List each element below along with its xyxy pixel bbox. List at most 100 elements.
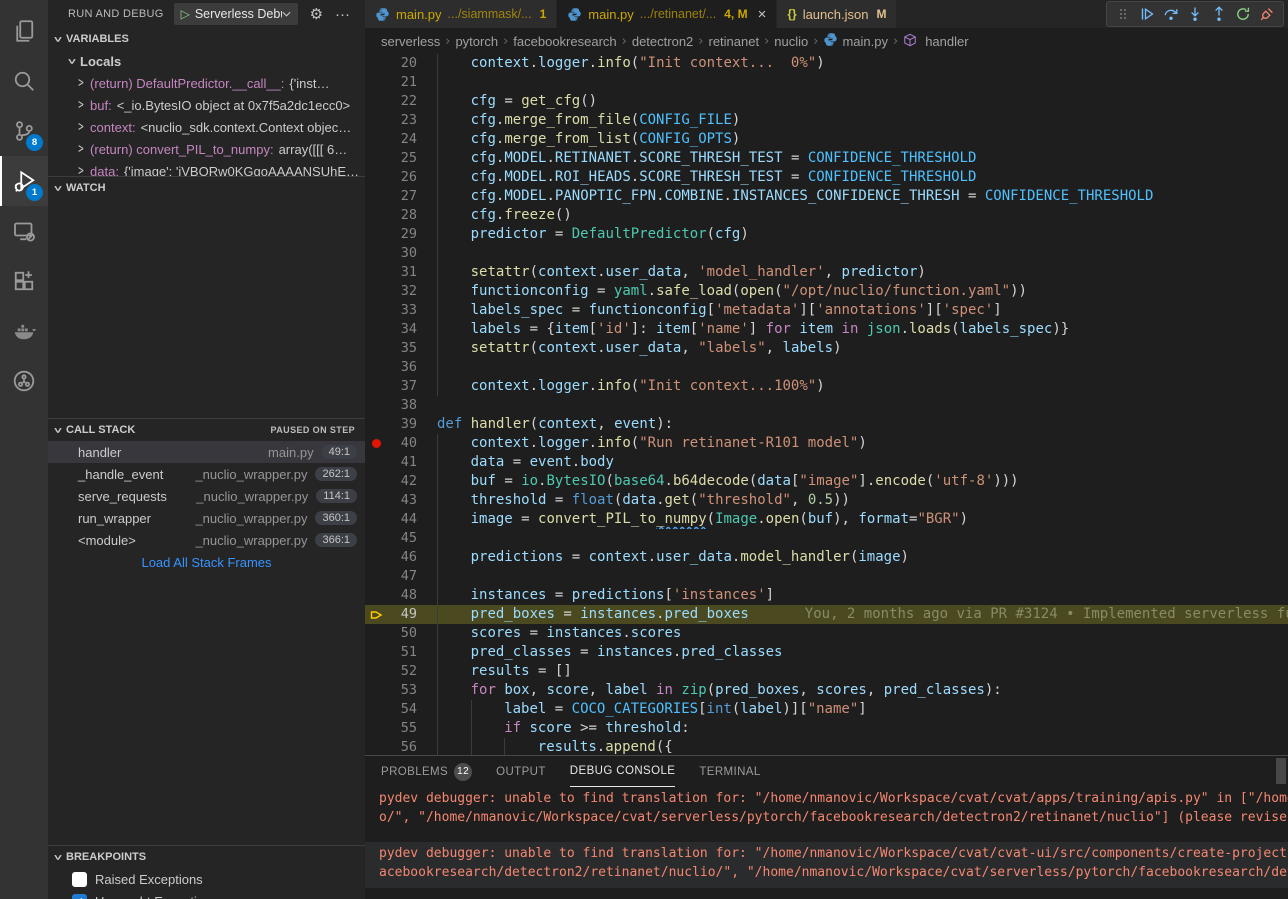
code-line[interactable]: 35setattr(context.user_data, "labels", l…: [365, 339, 1288, 358]
variable-row[interactable]: >data:{'image': 'iVBORw0KGgoAAAANSUhE…: [48, 160, 365, 176]
stack-frame-row[interactable]: handlermain.py49:1: [48, 441, 365, 463]
gutter-breakpoint-area[interactable]: [365, 624, 387, 643]
breakpoint-row[interactable]: Raised Exceptions: [48, 868, 365, 890]
gutter-breakpoint-area[interactable]: [365, 396, 387, 415]
gutter-breakpoint-area[interactable]: [365, 643, 387, 662]
gutter-breakpoint-area[interactable]: [365, 548, 387, 567]
code-line[interactable]: 43threshold = float(data.get("threshold"…: [365, 491, 1288, 510]
checkbox[interactable]: [72, 872, 87, 887]
gutter-breakpoint-area[interactable]: [365, 700, 387, 719]
variable-row[interactable]: >buf:<_io.BytesIO object at 0x7f5a2dc1ec…: [48, 94, 365, 116]
activity-search[interactable]: [0, 56, 48, 106]
breadcrumb-item-retinanet[interactable]: retinanet: [708, 34, 759, 49]
step-over-button[interactable]: [1159, 2, 1183, 26]
panel-tab-problems[interactable]: PROBLEMS12: [381, 756, 472, 787]
gutter-breakpoint-area[interactable]: [365, 244, 387, 263]
load-all-stack-frames-link[interactable]: Load All Stack Frames: [48, 555, 365, 570]
code-line[interactable]: 39def handler(context, event):: [365, 415, 1288, 434]
code-line[interactable]: 52results = []: [365, 662, 1288, 681]
code-line[interactable]: 34labels = {item['id']: item['name'] for…: [365, 320, 1288, 339]
gutter-breakpoint-area[interactable]: [365, 54, 387, 73]
activity-remote-explorer[interactable]: [0, 206, 48, 256]
gutter-breakpoint-area[interactable]: [365, 168, 387, 187]
breadcrumb-item-facebookresearch[interactable]: facebookresearch: [513, 34, 616, 49]
gutter-breakpoint-area[interactable]: [365, 358, 387, 377]
code-line[interactable]: 50scores = instances.scores: [365, 624, 1288, 643]
variable-row[interactable]: >(return) convert_PIL_to_numpy:array([[[…: [48, 138, 365, 160]
tab-main-py-1[interactable]: main.py.../retinanet/...4, M×: [557, 0, 777, 28]
gutter-breakpoint-area[interactable]: [365, 206, 387, 225]
breadcrumb-item-mainpy[interactable]: main.py: [823, 32, 888, 50]
toolbar-drag-handle[interactable]: [1111, 2, 1135, 26]
code-line[interactable]: 54label = COCO_CATEGORIES[int(label)]["n…: [365, 700, 1288, 719]
gutter-breakpoint-area[interactable]: [365, 301, 387, 320]
stack-frame-row[interactable]: run_wrapper_nuclio_wrapper.py360:1: [48, 507, 365, 529]
code-line[interactable]: 45: [365, 529, 1288, 548]
code-line[interactable]: 27cfg.MODEL.PANOPTIC_FPN.COMBINE.INSTANC…: [365, 187, 1288, 206]
code-line[interactable]: 25cfg.MODEL.RETINANET.SCORE_THRESH_TEST …: [365, 149, 1288, 168]
activity-source-control[interactable]: 8: [0, 106, 48, 156]
gutter-breakpoint-area[interactable]: [365, 491, 387, 510]
code-line[interactable]: 24cfg.merge_from_list(CONFIG_OPTS): [365, 130, 1288, 149]
panel-tab-output[interactable]: OUTPUT: [496, 756, 546, 787]
stack-frame-row[interactable]: serve_requests_nuclio_wrapper.py114:1: [48, 485, 365, 507]
gutter-breakpoint-area[interactable]: [365, 339, 387, 358]
gutter-breakpoint-area[interactable]: [365, 92, 387, 111]
gear-icon[interactable]: ⚙: [310, 7, 323, 22]
code-line[interactable]: 38: [365, 396, 1288, 415]
gutter-breakpoint-area[interactable]: [365, 111, 387, 130]
stack-frame-row[interactable]: _handle_event_nuclio_wrapper.py262:1: [48, 463, 365, 485]
code-line[interactable]: 44image = convert_PIL_to_numpy(Image.ope…: [365, 510, 1288, 529]
restart-button[interactable]: [1231, 2, 1255, 26]
code-line[interactable]: 21: [365, 73, 1288, 92]
variable-row[interactable]: >(return) DefaultPredictor.__call__:{'in…: [48, 72, 365, 94]
gutter-breakpoint-area[interactable]: [365, 434, 387, 453]
gutter-breakpoint-area[interactable]: [365, 225, 387, 244]
activity-docker[interactable]: [0, 306, 48, 356]
more-actions-icon[interactable]: ···: [335, 7, 350, 22]
gutter-breakpoint-area[interactable]: [365, 567, 387, 586]
step-into-button[interactable]: [1183, 2, 1207, 26]
code-line[interactable]: 55if score >= threshold:: [365, 719, 1288, 738]
code-line[interactable]: 41data = event.body: [365, 453, 1288, 472]
gutter-breakpoint-area[interactable]: [365, 681, 387, 700]
disconnect-button[interactable]: [1255, 2, 1279, 26]
code-line[interactable]: 30: [365, 244, 1288, 263]
code-line[interactable]: 49pred_boxes = instances.pred_boxesYou, …: [365, 605, 1288, 624]
activity-run-debug[interactable]: 1: [0, 156, 48, 206]
gutter-breakpoint-area[interactable]: [365, 738, 387, 755]
gutter-breakpoint-area[interactable]: [365, 263, 387, 282]
code-line[interactable]: 26cfg.MODEL.ROI_HEADS.SCORE_THRESH_TEST …: [365, 168, 1288, 187]
panel-scrollbar[interactable]: [1276, 758, 1286, 784]
breadcrumb-item-pytorch[interactable]: pytorch: [455, 34, 498, 49]
activity-graph-tool[interactable]: [0, 356, 48, 406]
code-line[interactable]: 53for box, score, label in zip(pred_boxe…: [365, 681, 1288, 700]
code-line[interactable]: 42buf = io.BytesIO(base64.b64decode(data…: [365, 472, 1288, 491]
gutter-breakpoint-area[interactable]: [365, 472, 387, 491]
code-line[interactable]: 37context.logger.info("Init context...10…: [365, 377, 1288, 396]
variable-row[interactable]: >context:<nuclio_sdk.context.Context obj…: [48, 116, 365, 138]
stack-frame-row[interactable]: <module>_nuclio_wrapper.py366:1: [48, 529, 365, 551]
variables-scope[interactable]: > Locals: [48, 50, 365, 72]
gutter-breakpoint-area[interactable]: [365, 662, 387, 681]
code-line[interactable]: 51pred_classes = instances.pred_classes: [365, 643, 1288, 662]
breadcrumb-item-serverless[interactable]: serverless: [381, 34, 440, 49]
code-line[interactable]: 22cfg = get_cfg(): [365, 92, 1288, 111]
launch-config-dropdown[interactable]: ▷ Serverless Debu: [174, 3, 298, 25]
gutter-breakpoint-area[interactable]: [365, 320, 387, 339]
code-line[interactable]: 47: [365, 567, 1288, 586]
code-line[interactable]: 33labels_spec = functionconfig['metadata…: [365, 301, 1288, 320]
close-icon[interactable]: ×: [758, 6, 767, 23]
code-line[interactable]: 32functionconfig = yaml.safe_load(open("…: [365, 282, 1288, 301]
breakpoints-header[interactable]: > BREAKPOINTS: [48, 846, 365, 868]
panel-tab-terminal[interactable]: TERMINAL: [699, 756, 760, 787]
code-line[interactable]: 46predictions = context.user_data.model_…: [365, 548, 1288, 567]
gutter-breakpoint-area[interactable]: [365, 377, 387, 396]
breadcrumb-item-handler[interactable]: handler: [903, 33, 968, 50]
code-line[interactable]: 36: [365, 358, 1288, 377]
gutter-breakpoint-area[interactable]: [365, 529, 387, 548]
breadcrumb-item-nuclio[interactable]: nuclio: [774, 34, 808, 49]
gutter-breakpoint-area[interactable]: [365, 282, 387, 301]
watch-header[interactable]: > WATCH: [48, 177, 365, 199]
step-out-button[interactable]: [1207, 2, 1231, 26]
